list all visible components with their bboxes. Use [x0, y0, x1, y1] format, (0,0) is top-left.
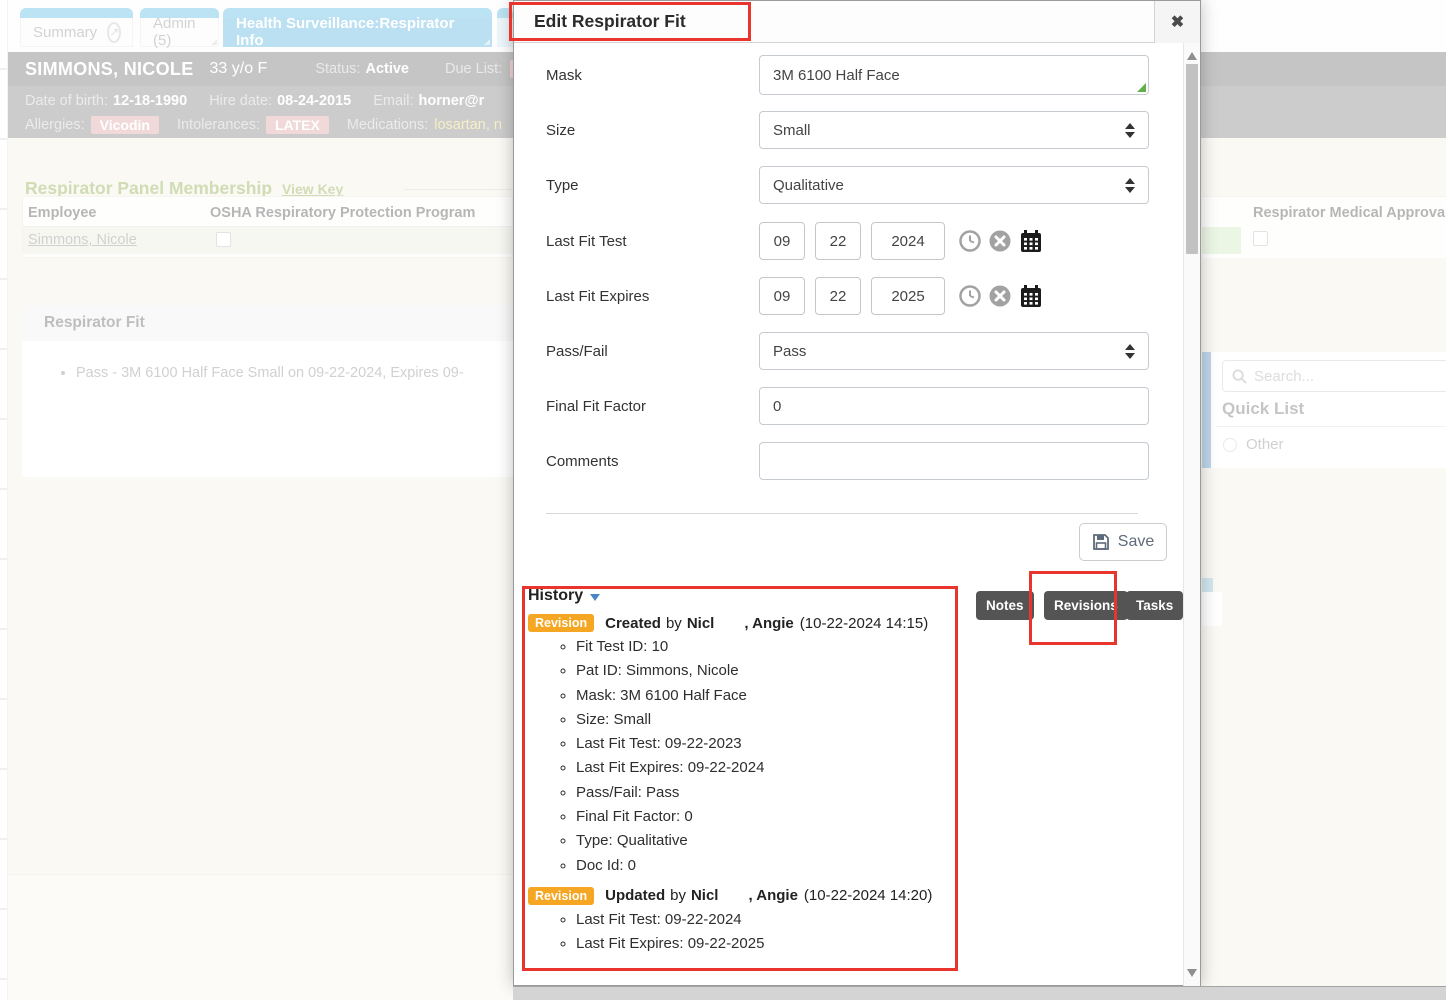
revision-timestamp: (10-22-2024 14:20)	[804, 887, 932, 904]
revision-detail: Type: Qualitative	[576, 829, 973, 853]
last-fit-expires-day-input[interactable]: 22	[815, 277, 861, 315]
history-entries: Revision Created by Nicl , Angie (10-22-…	[528, 614, 973, 957]
save-button-label: Save	[1118, 533, 1154, 551]
clear-date-icon[interactable]	[989, 230, 1011, 252]
last-fit-test-date: 09 22 2024	[759, 222, 1043, 260]
revision-detail: Last Fit Test: 09-22-2024	[576, 908, 973, 932]
select-arrows-icon	[1125, 123, 1135, 138]
passfail-label: Pass/Fail	[546, 343, 759, 360]
revision-timestamp: (10-22-2024 14:15)	[800, 615, 928, 632]
revisions-button[interactable]: Revisions	[1044, 591, 1128, 620]
save-floppy-icon	[1092, 533, 1110, 551]
comments-input[interactable]	[759, 442, 1149, 480]
revision-badge: Revision	[528, 887, 594, 905]
close-icon: ✖	[1171, 12, 1184, 32]
close-button[interactable]: ✖	[1154, 1, 1200, 43]
modal-footer-bar	[513, 986, 1446, 1000]
edit-respirator-fit-modal: Edit Respirator Fit ✖ Mask 3M 6100 Half …	[513, 0, 1201, 986]
type-label: Type	[546, 177, 759, 194]
by-word: by	[666, 615, 682, 632]
final-fit-factor-input[interactable]: 0	[759, 387, 1149, 425]
last-fit-expires-year-input[interactable]: 2025	[871, 277, 945, 315]
final-fit-factor-label: Final Fit Factor	[546, 398, 759, 415]
size-value: Small	[773, 122, 811, 139]
last-fit-test-month-input[interactable]: 09	[759, 222, 805, 260]
revision-author-first: Nicl	[687, 615, 715, 632]
divider	[546, 513, 1138, 514]
size-select[interactable]: Small	[759, 111, 1149, 149]
clock-icon[interactable]	[959, 285, 981, 307]
revision-author-rest: , Angie	[744, 615, 793, 632]
history-entry: Revision Updated by Nicl , Angie (10-22-…	[528, 887, 973, 957]
select-arrows-icon	[1125, 344, 1135, 359]
clear-date-icon[interactable]	[989, 285, 1011, 307]
revision-detail: Pat ID: Simmons, Nicole	[576, 659, 973, 683]
last-fit-test-year-input[interactable]: 2024	[871, 222, 945, 260]
history-section: History Revision Created by Nicl , Angie	[528, 587, 973, 959]
passfail-select[interactable]: Pass	[759, 332, 1149, 370]
modal-title: Edit Respirator Fit	[534, 11, 686, 32]
comments-label: Comments	[546, 453, 759, 470]
mask-value: 3M 6100 Half Face	[773, 67, 900, 84]
type-select[interactable]: Qualitative	[759, 166, 1149, 204]
history-header[interactable]: History	[528, 587, 973, 605]
last-fit-test-label: Last Fit Test	[546, 233, 759, 250]
history-entry: Revision Created by Nicl , Angie (10-22-…	[528, 614, 973, 878]
scroll-up-icon[interactable]	[1187, 52, 1197, 60]
last-fit-expires-month-input[interactable]: 09	[759, 277, 805, 315]
revision-action: Created	[605, 615, 661, 632]
revision-detail: Last Fit Test: 09-22-2023	[576, 732, 973, 756]
mask-label: Mask	[546, 67, 759, 84]
revision-detail: Pass/Fail: Pass	[576, 781, 973, 805]
last-fit-test-day-input[interactable]: 22	[815, 222, 861, 260]
revision-detail: Doc Id: 0	[576, 854, 973, 878]
resize-grip-icon[interactable]	[1137, 83, 1146, 92]
revision-author-rest: , Angie	[748, 887, 797, 904]
calendar-icon[interactable]	[1019, 284, 1043, 308]
size-label: Size	[546, 122, 759, 139]
select-arrows-icon	[1125, 178, 1135, 193]
last-fit-expires-label: Last Fit Expires	[546, 288, 759, 305]
tasks-button[interactable]: Tasks	[1126, 591, 1183, 620]
final-fit-factor-value: 0	[773, 398, 781, 415]
mask-textarea[interactable]: 3M 6100 Half Face	[759, 55, 1149, 95]
type-value: Qualitative	[773, 177, 844, 194]
calendar-icon[interactable]	[1019, 229, 1043, 253]
revision-detail: Mask: 3M 6100 Half Face	[576, 684, 973, 708]
screen: Summary ↗ Admin (5) Health Surveillance:…	[0, 0, 1446, 1000]
notes-button[interactable]: Notes	[976, 591, 1034, 620]
revision-detail: Last Fit Expires: 09-22-2024	[576, 756, 973, 780]
clock-icon[interactable]	[959, 230, 981, 252]
revision-detail: Final Fit Factor: 0	[576, 805, 973, 829]
revision-detail: Fit Test ID: 10	[576, 635, 973, 659]
revision-detail: Last Fit Expires: 09-22-2025	[576, 932, 973, 956]
history-title: History	[528, 587, 583, 605]
modal-header: Edit Respirator Fit ✖	[514, 1, 1200, 43]
chevron-down-icon	[590, 594, 600, 601]
revision-author-first: Nicl	[691, 887, 719, 904]
modal-scrollbar[interactable]	[1183, 43, 1200, 986]
by-word: by	[670, 887, 686, 904]
revision-detail: Size: Small	[576, 708, 973, 732]
scroll-down-icon[interactable]	[1187, 969, 1197, 977]
last-fit-expires-date: 09 22 2025	[759, 277, 1043, 315]
revision-detail-list: Fit Test ID: 10Pat ID: Simmons, NicoleMa…	[558, 635, 973, 878]
revision-badge: Revision	[528, 614, 594, 632]
revision-action: Updated	[605, 887, 665, 904]
revision-detail-list: Last Fit Test: 09-22-2024Last Fit Expire…	[558, 908, 973, 957]
save-button[interactable]: Save	[1079, 523, 1167, 561]
passfail-value: Pass	[773, 343, 806, 360]
scrollbar-thumb[interactable]	[1186, 64, 1198, 254]
